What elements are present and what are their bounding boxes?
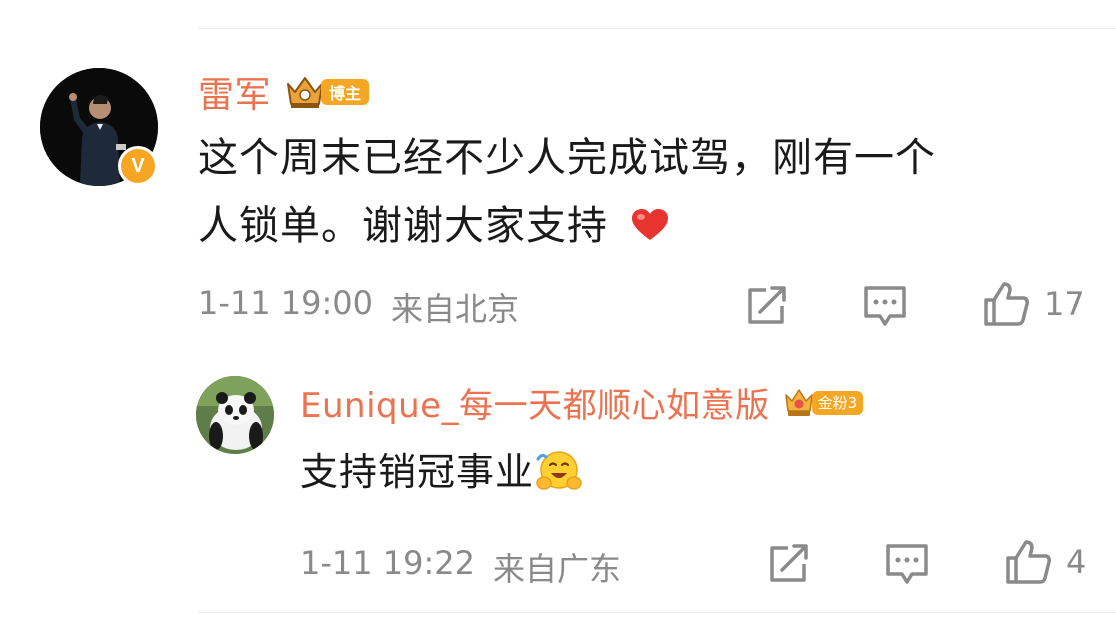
like-button[interactable]: 17 xyxy=(982,280,1085,328)
comment-icon xyxy=(886,544,928,584)
crown-icon xyxy=(287,77,324,108)
author-badge: 博主 xyxy=(321,79,370,105)
reply-comment-button[interactable] xyxy=(884,542,930,586)
comment-icon xyxy=(864,286,906,326)
top-divider xyxy=(198,28,1116,29)
reply-author-name[interactable]: Eunique_每一天都顺心如意版 xyxy=(300,378,770,427)
heart-emoji xyxy=(631,209,668,240)
like-count: 17 xyxy=(1044,285,1085,323)
reply-like-count: 4 xyxy=(1066,543,1087,581)
comment-meta: 1-11 19:00 来自北京 xyxy=(198,284,519,330)
comment-text-line2: 人锁单。谢谢大家支持 xyxy=(198,192,936,260)
author-badges: 博主 xyxy=(285,74,370,110)
like-icon xyxy=(984,282,1029,326)
reply-share-button[interactable] xyxy=(766,542,812,586)
hug-emoji xyxy=(536,451,582,490)
panda-avatar-photo xyxy=(196,376,274,454)
comment-text-line1: 这个周末已经不少人完成试驾，刚有一个 xyxy=(198,135,936,181)
bottom-divider xyxy=(198,612,1116,613)
reply-avatar[interactable] xyxy=(196,376,274,454)
fan-badge: 金粉3 xyxy=(811,390,864,415)
like-icon xyxy=(1006,540,1051,584)
reply-like-button[interactable]: 4 xyxy=(1004,538,1086,586)
reply-text-content: 支持销冠事业 xyxy=(300,450,535,494)
share-icon xyxy=(770,544,808,582)
share-button[interactable] xyxy=(744,284,790,328)
comment-text: 这个周末已经不少人完成试驾，刚有一个 人锁单。谢谢大家支持 xyxy=(198,124,936,260)
author-name[interactable]: 雷军 xyxy=(198,66,271,118)
comment-text-line2-text: 人锁单。谢谢大家支持 xyxy=(198,203,608,249)
author-row: 雷军 博主 xyxy=(198,66,370,118)
share-icon xyxy=(748,286,786,324)
reply-location: 来自广东 xyxy=(493,550,622,588)
reply-text: 支持销冠事业 xyxy=(300,440,582,504)
gold-crown-icon xyxy=(784,388,813,416)
comment-button[interactable] xyxy=(862,284,908,328)
reply-author-row: Eunique_每一天都顺心如意版 金粉3 xyxy=(300,378,864,427)
reply-badges: 金粉3 xyxy=(784,387,864,419)
comment-date: 1-11 19:00 xyxy=(198,284,374,322)
comment-location: 来自北京 xyxy=(391,290,520,328)
verified-badge-label: V xyxy=(131,154,145,177)
reply-meta: 1-11 19:22 来自广东 xyxy=(300,544,621,590)
verified-badge: V xyxy=(118,146,158,186)
reply-date: 1-11 19:22 xyxy=(300,544,476,582)
